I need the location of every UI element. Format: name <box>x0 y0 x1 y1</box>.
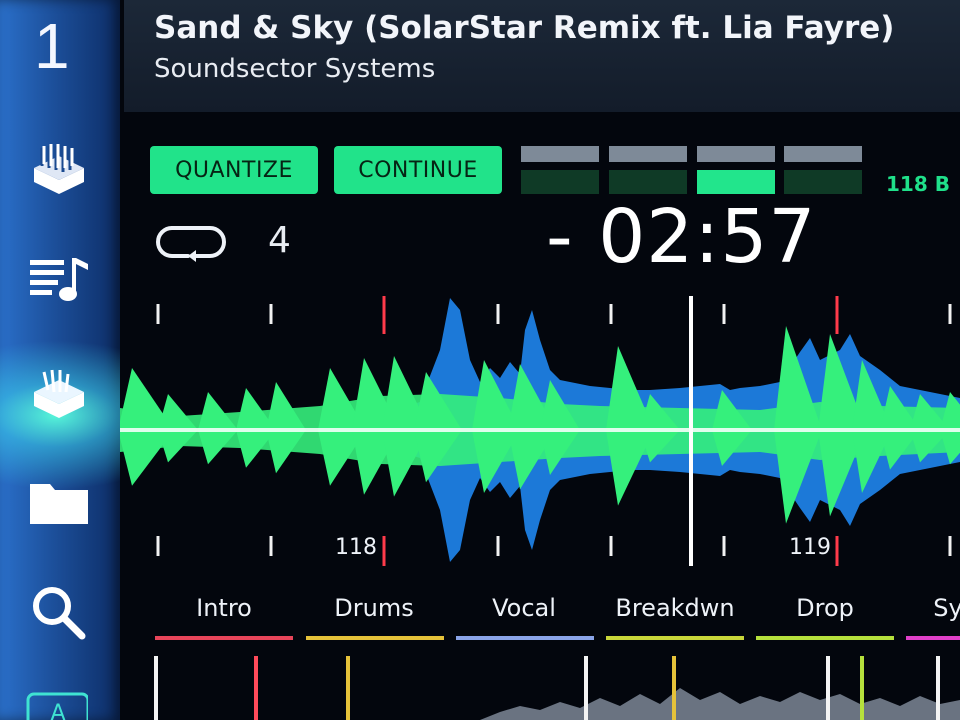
overview-marker-yellow <box>346 656 350 720</box>
playhead <box>689 296 693 566</box>
bar-marker-118: 118 <box>335 535 377 560</box>
beat-cell-4 <box>784 170 862 194</box>
section-vocal[interactable]: Vocal <box>492 594 556 622</box>
beat-tick-bottom-3 <box>382 536 386 566</box>
track-artist: Soundsector Systems <box>154 54 436 84</box>
folder-icon[interactable] <box>28 472 90 534</box>
beat-top-3 <box>697 146 775 162</box>
beat-tick-top-7 <box>835 296 839 334</box>
beat-tick-top-3 <box>382 296 386 334</box>
beat-top-2 <box>609 146 687 162</box>
beat-tick-top-5 <box>609 304 613 324</box>
continue-button[interactable]: CONTINUE <box>334 146 502 194</box>
deck-stack-active-icon[interactable] <box>28 362 90 424</box>
bpm-label: 118 B <box>886 172 950 196</box>
beat-tick-bottom-2 <box>269 536 273 556</box>
section-breakdown[interactable]: Breakdwn <box>615 594 734 622</box>
beat-tick-bottom-4 <box>496 536 500 556</box>
time-remaining: - 02:57 <box>546 194 817 280</box>
overview-marker-red <box>254 656 258 720</box>
beat-tick-top-1 <box>156 304 160 324</box>
search-icon[interactable] <box>28 580 90 642</box>
section-bar-intro <box>155 636 293 640</box>
playlist-icon[interactable] <box>28 250 90 312</box>
waveform-centerline <box>120 428 960 432</box>
waveform[interactable]: 118 119 <box>120 290 960 570</box>
section-drums[interactable]: Drums <box>334 594 413 622</box>
overview-marker-white-1 <box>154 656 158 720</box>
loop-icon[interactable] <box>152 222 232 262</box>
quantize-button[interactable]: QUANTIZE <box>150 146 318 194</box>
svg-text:A: A <box>50 701 65 720</box>
beat-tick-top-4 <box>496 304 500 324</box>
overview-marker-yellow-2 <box>672 656 676 720</box>
beat-tick-top-2 <box>269 304 273 324</box>
loop-length[interactable]: 4 <box>268 220 291 261</box>
overview-marker-white-3 <box>826 656 830 720</box>
deck-stack-icon[interactable] <box>28 138 90 200</box>
section-bar-breakdown <box>606 636 744 640</box>
section-bar-drums <box>306 636 444 640</box>
beat-tick-top-8 <box>948 304 952 324</box>
beat-cell-3 <box>697 170 775 194</box>
deck-sidebar: 1 A <box>0 0 120 720</box>
beat-cell-1 <box>521 170 599 194</box>
beat-tick-top-6 <box>722 304 726 324</box>
section-drop[interactable]: Drop <box>796 594 854 622</box>
beat-tick-bottom-8 <box>948 536 952 556</box>
section-intro[interactable]: Intro <box>196 594 252 622</box>
overview-marker-white-2 <box>584 656 588 720</box>
beat-tick-bottom-7 <box>835 536 839 566</box>
deck-number: 1 <box>34 10 70 82</box>
track-overview[interactable] <box>120 648 960 720</box>
section-bar-drop <box>756 636 894 640</box>
beat-tick-bottom-1 <box>156 536 160 556</box>
track-header: Sand & Sky (SolarStar Remix ft. Lia Fayr… <box>124 0 960 112</box>
beat-cell-2 <box>609 170 687 194</box>
section-sy[interactable]: Sy <box>933 594 960 622</box>
partial-bottom-icon[interactable]: A <box>26 690 90 720</box>
bar-marker-119: 119 <box>789 535 831 560</box>
track-title: Sand & Sky (SolarStar Remix ft. Lia Fayr… <box>154 10 895 46</box>
section-bar-sy <box>906 636 960 640</box>
waveform-transient-5 <box>266 382 306 474</box>
overview-marker-white-4 <box>936 656 940 720</box>
overview-marker-lime <box>860 656 864 720</box>
beat-tick-bottom-5 <box>609 536 613 556</box>
beat-tick-bottom-6 <box>722 536 726 556</box>
beat-top-1 <box>521 146 599 162</box>
overview-waveform <box>480 688 960 720</box>
section-bar-vocal <box>456 636 594 640</box>
beat-top-4 <box>784 146 862 162</box>
